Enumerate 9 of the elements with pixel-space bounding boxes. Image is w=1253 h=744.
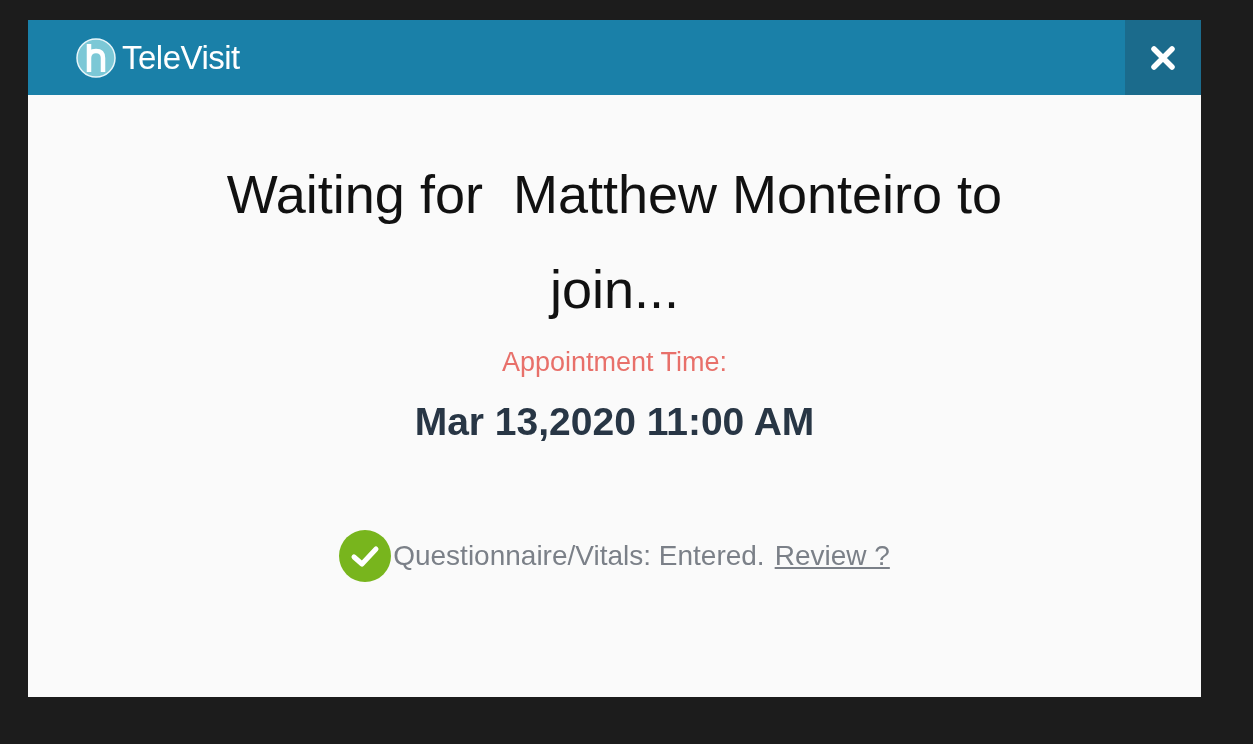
appointment-label: Appointment Time: [501, 347, 728, 378]
app-name: TeleVisit [122, 38, 240, 77]
appointment-time: Mar 13,2020 11:00 AM [414, 400, 815, 444]
questionnaire-status: Questionnaire/Vitals: Entered. [393, 540, 765, 572]
review-link[interactable]: Review ? [774, 540, 890, 572]
close-button[interactable] [1125, 20, 1201, 95]
waiting-heading: Waiting for Matthew Monteiro to join... [225, 163, 1004, 321]
close-icon [1149, 43, 1177, 72]
logo-icon [76, 37, 116, 78]
